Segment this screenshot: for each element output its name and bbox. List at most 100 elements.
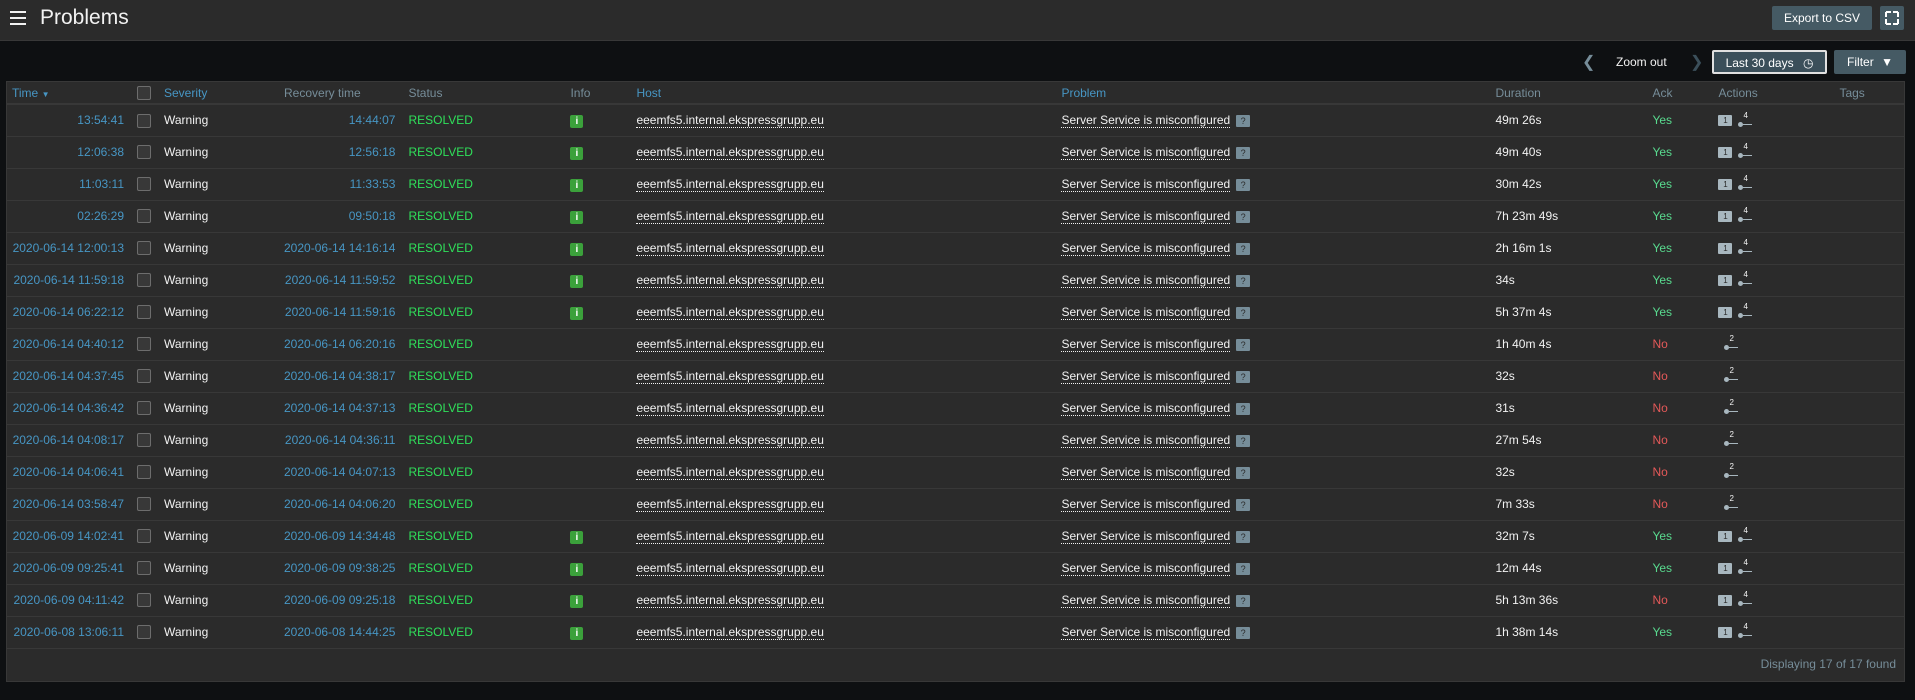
ack-link[interactable]: Yes	[1647, 552, 1714, 585]
operations-icon[interactable]: 4	[1738, 111, 1754, 128]
ack-link[interactable]: Yes	[1647, 200, 1714, 233]
help-icon[interactable]: ?	[1236, 402, 1251, 415]
problem-link[interactable]: Server Service is misconfigured	[1061, 497, 1231, 512]
problem-time-link[interactable]: 2020-06-14 06:22:12	[7, 296, 132, 329]
operations-icon[interactable]: 4	[1738, 590, 1754, 607]
operations-icon[interactable]: 2	[1724, 334, 1740, 351]
ack-link[interactable]: No	[1647, 584, 1714, 617]
select-all-checkbox[interactable]	[137, 85, 151, 100]
recovery-time-link[interactable]: 2020-06-14 04:36:11	[279, 424, 404, 457]
recovery-time-link[interactable]: 2020-06-14 04:38:17	[279, 360, 404, 393]
problem-link[interactable]: Server Service is misconfigured	[1061, 529, 1231, 544]
row-select[interactable]	[132, 200, 159, 233]
help-icon[interactable]: ?	[1236, 594, 1251, 607]
info-icon[interactable]: i	[570, 562, 584, 576]
row-select[interactable]	[132, 392, 159, 425]
problem-link[interactable]: Server Service is misconfigured	[1061, 177, 1231, 192]
fullscreen-button[interactable]	[1880, 6, 1904, 30]
table-row[interactable]: 2020-06-14 04:40:12 Warning 2020-06-14 06:…	[7, 328, 1904, 361]
problem-time-link[interactable]: 2020-06-09 14:02:41	[7, 520, 132, 553]
table-row[interactable]: 2020-06-14 03:58:47 Warning 2020-06-14 04:…	[7, 488, 1904, 521]
problem-link[interactable]: Server Service is misconfigured	[1061, 465, 1231, 480]
help-icon[interactable]: ?	[1236, 338, 1251, 351]
message-icon[interactable]: 1	[1718, 306, 1733, 318]
row-select[interactable]	[132, 328, 159, 361]
ack-link[interactable]: No	[1647, 488, 1714, 521]
zoom-out-button[interactable]: Zoom out	[1616, 55, 1667, 69]
row-checkbox[interactable]	[137, 401, 151, 416]
problem-link[interactable]: Server Service is misconfigured	[1061, 433, 1231, 448]
host-link[interactable]: eeemfs5.internal.ekspressgrupp.eu	[636, 561, 824, 576]
problem-time-link[interactable]: 2020-06-14 04:06:41	[7, 456, 132, 489]
operations-icon[interactable]: 4	[1738, 174, 1754, 191]
recovery-time-link[interactable]: 2020-06-09 09:38:25	[279, 552, 404, 585]
table-row[interactable]: 2020-06-14 04:06:41 Warning 2020-06-14 04:…	[7, 456, 1904, 489]
message-icon[interactable]: 1	[1718, 242, 1733, 254]
ack-link[interactable]: Yes	[1647, 616, 1714, 649]
operations-icon[interactable]: 4	[1738, 142, 1754, 159]
info-icon[interactable]: i	[570, 594, 584, 608]
row-select[interactable]	[132, 296, 159, 329]
row-select[interactable]	[132, 520, 159, 553]
host-link[interactable]: eeemfs5.internal.ekspressgrupp.eu	[636, 113, 824, 129]
info-icon[interactable]: i	[570, 210, 584, 224]
help-icon[interactable]: ?	[1236, 242, 1251, 255]
host-link[interactable]: eeemfs5.internal.ekspressgrupp.eu	[636, 241, 824, 256]
help-icon[interactable]: ?	[1236, 626, 1251, 639]
recovery-time-link[interactable]: 2020-06-14 06:20:16	[279, 328, 404, 361]
ack-link[interactable]: No	[1647, 456, 1714, 489]
row-checkbox[interactable]	[137, 369, 151, 384]
help-icon[interactable]: ?	[1236, 178, 1251, 191]
ack-link[interactable]: Yes	[1647, 232, 1714, 265]
problem-time-link[interactable]: 2020-06-14 04:40:12	[7, 328, 132, 361]
help-icon[interactable]: ?	[1236, 434, 1251, 447]
recovery-time-link[interactable]: 2020-06-14 04:06:20	[279, 488, 404, 521]
time-range-button[interactable]: Last 30 days ◷	[1712, 50, 1827, 74]
ack-link[interactable]: No	[1647, 424, 1714, 457]
host-link[interactable]: eeemfs5.internal.ekspressgrupp.eu	[636, 625, 824, 640]
table-row[interactable]: 2020-06-09 09:25:41 Warning 2020-06-09 09:…	[7, 552, 1904, 585]
recovery-time-link[interactable]: 2020-06-09 14:34:48	[279, 520, 404, 553]
host-link[interactable]: eeemfs5.internal.ekspressgrupp.eu	[636, 369, 824, 384]
help-icon[interactable]: ?	[1236, 146, 1251, 159]
operations-icon[interactable]: 4	[1738, 302, 1754, 319]
row-select[interactable]	[132, 232, 159, 265]
problem-time-link[interactable]: 12:06:38	[7, 136, 132, 169]
recovery-time-link[interactable]: 2020-06-09 09:25:18	[279, 584, 404, 617]
problem-link[interactable]: Server Service is misconfigured	[1061, 401, 1231, 416]
message-icon[interactable]: 1	[1718, 594, 1733, 606]
help-icon[interactable]: ?	[1236, 530, 1251, 543]
row-checkbox[interactable]	[137, 241, 151, 256]
column-severity[interactable]: Severity	[159, 82, 279, 105]
table-row[interactable]: 12:06:38 Warning 12:56:18 RESOLVED i eeemfs5.…	[7, 136, 1904, 169]
ack-link[interactable]: Yes	[1647, 136, 1714, 169]
table-row[interactable]: 13:54:41 Warning 14:44:07 RESOLVED i eeemfs5.…	[7, 104, 1904, 137]
host-link[interactable]: eeemfs5.internal.ekspressgrupp.eu	[636, 209, 824, 224]
message-icon[interactable]: 1	[1718, 274, 1733, 286]
info-icon[interactable]: i	[570, 306, 584, 320]
recovery-time-link[interactable]: 2020-06-14 04:07:13	[279, 456, 404, 489]
host-link[interactable]: eeemfs5.internal.ekspressgrupp.eu	[636, 433, 824, 448]
row-checkbox[interactable]	[137, 433, 151, 448]
row-select[interactable]	[132, 584, 159, 617]
row-checkbox[interactable]	[137, 593, 151, 608]
problem-link[interactable]: Server Service is misconfigured	[1061, 369, 1231, 384]
problem-link[interactable]: Server Service is misconfigured	[1061, 593, 1231, 608]
operations-icon[interactable]: 4	[1738, 558, 1754, 575]
info-icon[interactable]: i	[570, 242, 584, 256]
operations-icon[interactable]: 2	[1724, 366, 1740, 383]
help-icon[interactable]: ?	[1236, 274, 1251, 287]
operations-icon[interactable]: 2	[1724, 462, 1740, 479]
message-icon[interactable]: 1	[1718, 562, 1733, 574]
message-icon[interactable]: 1	[1718, 530, 1733, 542]
problem-link[interactable]: Server Service is misconfigured	[1061, 625, 1231, 640]
help-icon[interactable]: ?	[1236, 370, 1251, 383]
operations-icon[interactable]: 2	[1724, 398, 1740, 415]
operations-icon[interactable]: 4	[1738, 526, 1754, 543]
info-icon[interactable]: i	[570, 114, 584, 128]
table-row[interactable]: 2020-06-14 04:08:17 Warning 2020-06-14 04:…	[7, 424, 1904, 457]
host-link[interactable]: eeemfs5.internal.ekspressgrupp.eu	[636, 529, 824, 544]
info-icon[interactable]: i	[570, 178, 584, 192]
table-row[interactable]: 2020-06-14 06:22:12 Warning 2020-06-14 11:…	[7, 296, 1904, 329]
recovery-time-link[interactable]: 11:33:53	[279, 168, 404, 201]
